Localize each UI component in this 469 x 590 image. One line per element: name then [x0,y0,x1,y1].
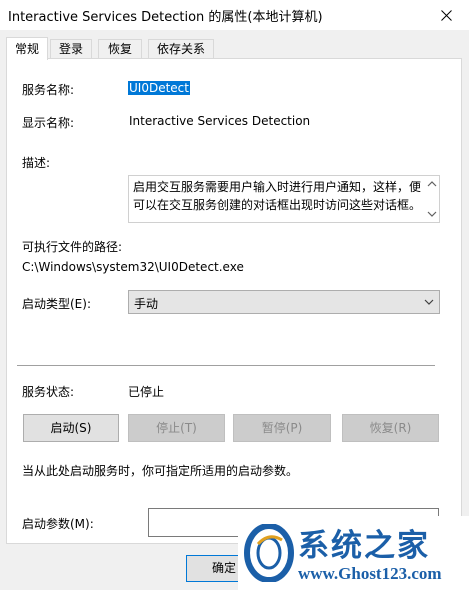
close-icon [440,9,452,21]
service-name-label: 服务名称: [22,83,75,97]
description-box[interactable]: 启用交互服务需要用户输入时进行用户通知，这样，便可以在交互服务创建的对话框出现时… [128,175,440,223]
scroll-down-icon[interactable] [427,210,437,218]
resume-button[interactable]: 恢复(R) [342,414,439,442]
service-name-value[interactable]: UI0Detect [128,81,190,95]
window-title: Interactive Services Detection 的属性(本地计算机… [8,10,323,25]
exe-path-value[interactable]: C:\Windows\system32\UI0Detect.exe [22,260,244,274]
tab-general[interactable]: 常规 [6,37,48,60]
description-label: 描述: [22,156,51,170]
stop-button[interactable]: 停止(T) [128,414,225,442]
tab-recovery[interactable]: 恢复 [98,39,142,59]
general-panel: 服务名称: UI0Detect 显示名称: Interactive Servic… [6,58,462,544]
dialog-client: 常规 登录 恢复 依存关系 服务名称: UI0Detect 显示名称: Inte… [0,30,469,590]
start-button[interactable]: 启动(S) [23,414,119,442]
pause-button[interactable]: 暂停(P) [233,414,331,442]
tab-logon[interactable]: 登录 [50,39,92,59]
startup-type-label: 启动类型(E): [22,297,91,311]
start-params-hint: 当从此处启动服务时，你可指定所适用的启动参数。 [22,464,299,478]
startup-type-select[interactable]: 手动 [128,290,440,314]
service-status-label: 服务状态: [22,385,75,399]
description-text: 启用交互服务需要用户输入时进行用户通知，这样，便可以在交互服务创建的对话框出现时… [133,180,422,212]
watermark-text: 系统之家 [298,528,430,564]
separator [17,365,435,366]
startup-type-value: 手动 [134,297,159,311]
service-status-value: 已停止 [128,385,165,399]
display-name-label: 显示名称: [22,116,75,130]
scroll-up-icon[interactable] [427,180,437,188]
display-name-value[interactable]: Interactive Services Detection [129,114,310,128]
watermark-url: www.Ghost123.com [298,564,442,583]
exe-path-label: 可执行文件的路径: [22,240,123,254]
watermark-emblem-icon [244,524,294,582]
chevron-down-icon [424,299,434,305]
close-button[interactable] [423,0,469,30]
description-scrollbar[interactable] [425,176,439,222]
title-bar[interactable]: Interactive Services Detection 的属性(本地计算机… [0,0,469,30]
tab-dependencies[interactable]: 依存关系 [148,39,214,59]
watermark-logo: 系统之家 www.Ghost123.com [238,516,469,590]
start-params-label: 启动参数(M): [22,517,94,531]
